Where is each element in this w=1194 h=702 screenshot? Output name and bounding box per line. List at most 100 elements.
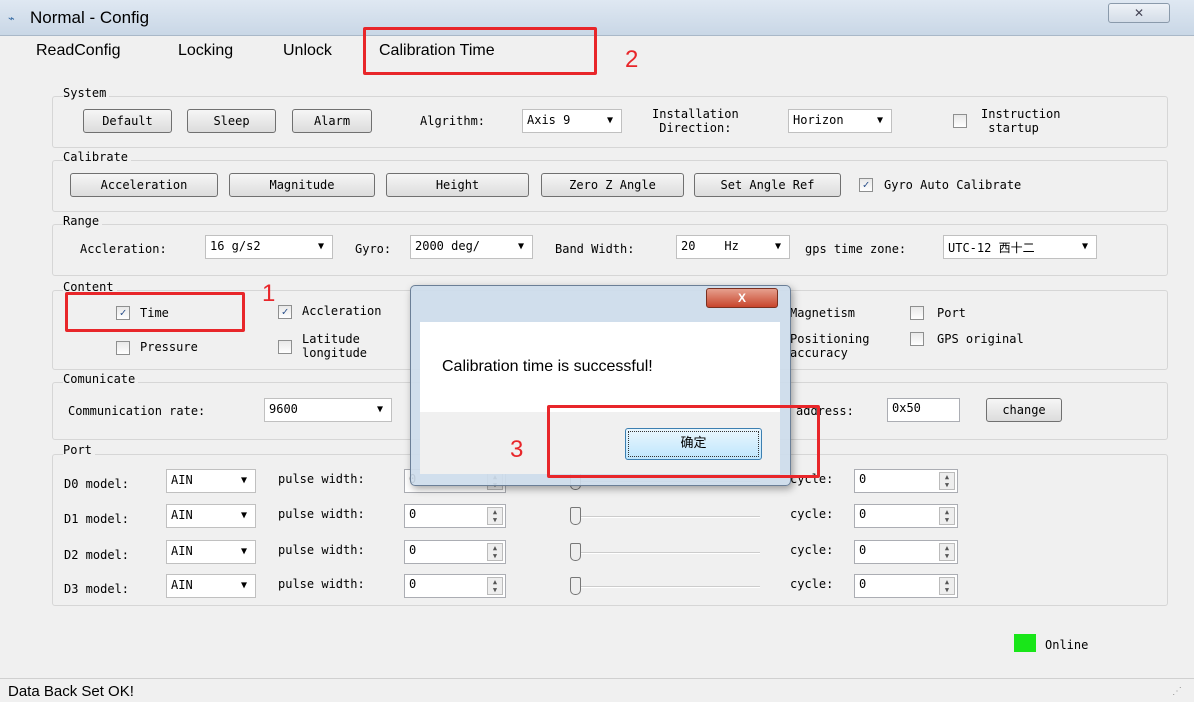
port-model-label: D0 model: <box>64 477 130 491</box>
port-model-value: AIN <box>171 578 193 592</box>
annotation-number-2: 2 <box>625 46 639 73</box>
title-bar <box>0 0 1194 36</box>
direction-select[interactable]: Horizon ▼ <box>788 109 892 133</box>
bandwidth-unit: Hz <box>724 239 739 253</box>
gyro-range-select[interactable]: 2000 deg/ ▼ <box>410 235 533 259</box>
spinner-icon[interactable]: ▲▼ <box>487 577 503 595</box>
instruction-label: Instruction startup <box>981 107 1060 135</box>
chevron-down-icon: ▼ <box>876 115 883 126</box>
cycle-value: 0 <box>859 507 867 521</box>
pulse-slider-thumb[interactable] <box>570 507 581 525</box>
comm-rate-select[interactable]: 9600 ▼ <box>264 398 392 422</box>
menu-unlock[interactable]: Unlock <box>283 42 332 60</box>
annotation-box-3 <box>547 405 820 478</box>
pressure-checkbox[interactable] <box>116 341 130 355</box>
pulse-slider-track[interactable] <box>570 516 760 518</box>
spinner-icon[interactable]: ▲▼ <box>939 507 955 525</box>
cycle-input[interactable]: 0 ▲ ▼ <box>854 504 958 528</box>
address-input[interactable]: 0x50 <box>887 398 960 422</box>
cycle-label: cycle: <box>790 577 834 591</box>
latitude-text: Latitude <box>302 332 360 346</box>
accel-range-select[interactable]: 16 g/s2 ▼ <box>205 235 333 259</box>
accel-range-value: 16 g/s2 <box>210 239 261 253</box>
gps-original-checkbox[interactable] <box>910 332 924 346</box>
set-angle-ref-button[interactable]: Set Angle Ref <box>694 173 841 197</box>
cycle-input[interactable]: 0 ▲ ▼ <box>854 540 958 564</box>
positioning-text: Positioning <box>790 332 870 346</box>
communicate-label: Comunicate <box>63 372 139 386</box>
window-close-button[interactable]: ✕ <box>1108 3 1170 23</box>
cycle-value: 0 <box>859 543 867 557</box>
pulse-slider-track[interactable] <box>570 552 760 554</box>
pulse-width-label: pulse width: <box>278 507 365 521</box>
latitude-longitude-checkbox[interactable] <box>278 340 292 354</box>
dialog-message: Calibration time is successful! <box>442 358 653 375</box>
pulse-width-input[interactable]: 0 ▲▼ <box>404 504 506 528</box>
menu-locking[interactable]: Locking <box>178 42 233 60</box>
bandwidth-label: Band Width: <box>555 242 635 256</box>
longitude-text: longitude <box>302 346 368 360</box>
timezone-select[interactable]: UTC-12 西十二 ▼ <box>943 235 1097 259</box>
bandwidth-select[interactable]: 20 Hz ▼ <box>676 235 790 259</box>
pulse-slider-track[interactable] <box>570 586 760 588</box>
port-model-select[interactable]: AIN ▼ <box>166 504 256 528</box>
pulse-width-label: pulse width: <box>278 543 365 557</box>
port-model-value: AIN <box>171 508 193 522</box>
gps-original-label: GPS original <box>937 332 1024 346</box>
port-checkbox[interactable] <box>910 306 924 320</box>
pulse-width-value: 0 <box>409 543 417 557</box>
gyro-auto-calibrate-label: Gyro Auto Calibrate <box>884 178 1022 192</box>
cycle-input[interactable]: 0 ▲ ▼ <box>854 574 958 598</box>
alarm-button[interactable]: Alarm <box>292 109 372 133</box>
spinner-icon[interactable]: ▲▼ <box>487 507 503 525</box>
spinner-icon[interactable]: ▲▼ <box>939 543 955 561</box>
spinner-icon[interactable]: ▲▼ <box>939 472 955 490</box>
acceleration-button[interactable]: Acceleration <box>70 173 218 197</box>
instruction-startup-checkbox[interactable] <box>953 114 967 128</box>
port-model-value: AIN <box>171 544 193 558</box>
port-model-select[interactable]: AIN ▼ <box>166 540 256 564</box>
direction-label-1: Installation <box>652 107 739 121</box>
port-label: Port <box>63 443 95 457</box>
status-text: Data Back Set OK! <box>8 683 134 700</box>
algorithm-select[interactable]: Axis 9 ▼ <box>522 109 622 133</box>
default-button[interactable]: Default <box>83 109 172 133</box>
pulse-width-input[interactable]: 0 ▲▼ <box>404 574 506 598</box>
annotation-number-1: 1 <box>262 280 276 307</box>
status-bar <box>0 678 1194 702</box>
port-model-select[interactable]: AIN ▼ <box>166 574 256 598</box>
port-model-value: AIN <box>171 473 193 487</box>
pulse-slider-thumb[interactable] <box>570 577 581 595</box>
window-title: Normal - Config <box>30 8 150 27</box>
range-label: Range <box>63 214 103 228</box>
port-model-select[interactable]: AIN ▼ <box>166 469 256 493</box>
zero-z-angle-button[interactable]: Zero Z Angle <box>541 173 684 197</box>
pulse-width-input[interactable]: 0 ▲▼ <box>404 540 506 564</box>
accleration-checkbox[interactable]: ✓ <box>278 305 292 319</box>
menu-readconfig[interactable]: ReadConfig <box>36 42 121 60</box>
direction-label: Installation Direction: <box>652 107 739 135</box>
change-button[interactable]: change <box>986 398 1062 422</box>
timezone-value: UTC-12 西十二 <box>948 241 1035 255</box>
chevron-down-icon: ▼ <box>240 580 247 591</box>
pulse-slider-thumb[interactable] <box>570 543 581 561</box>
gyro-range-value: 2000 deg/ <box>415 239 481 253</box>
magnitude-button[interactable]: Magnitude <box>229 173 375 197</box>
resize-grip-icon[interactable]: ⋰ <box>1172 686 1182 697</box>
instruction-label-1: Instruction <box>981 107 1061 121</box>
height-button[interactable]: Height <box>386 173 529 197</box>
chevron-down-icon: ▼ <box>240 546 247 557</box>
system-label: System <box>63 86 110 100</box>
cycle-input[interactable]: 0 ▲ ▼ <box>854 469 958 493</box>
chevron-down-icon: ▼ <box>1081 241 1088 252</box>
algorithm-value: Axis 9 <box>527 113 571 127</box>
pulse-width-label: pulse width: <box>278 577 365 591</box>
spinner-icon[interactable]: ▲▼ <box>939 577 955 595</box>
sleep-button[interactable]: Sleep <box>187 109 276 133</box>
dialog-close-button[interactable]: X <box>706 288 778 308</box>
annotation-box-2 <box>363 27 597 75</box>
direction-label-2: Direction: <box>659 121 732 135</box>
gyro-auto-calibrate-checkbox[interactable]: ✓ <box>859 178 873 192</box>
cycle-label: cycle: <box>790 543 834 557</box>
spinner-icon[interactable]: ▲▼ <box>487 543 503 561</box>
